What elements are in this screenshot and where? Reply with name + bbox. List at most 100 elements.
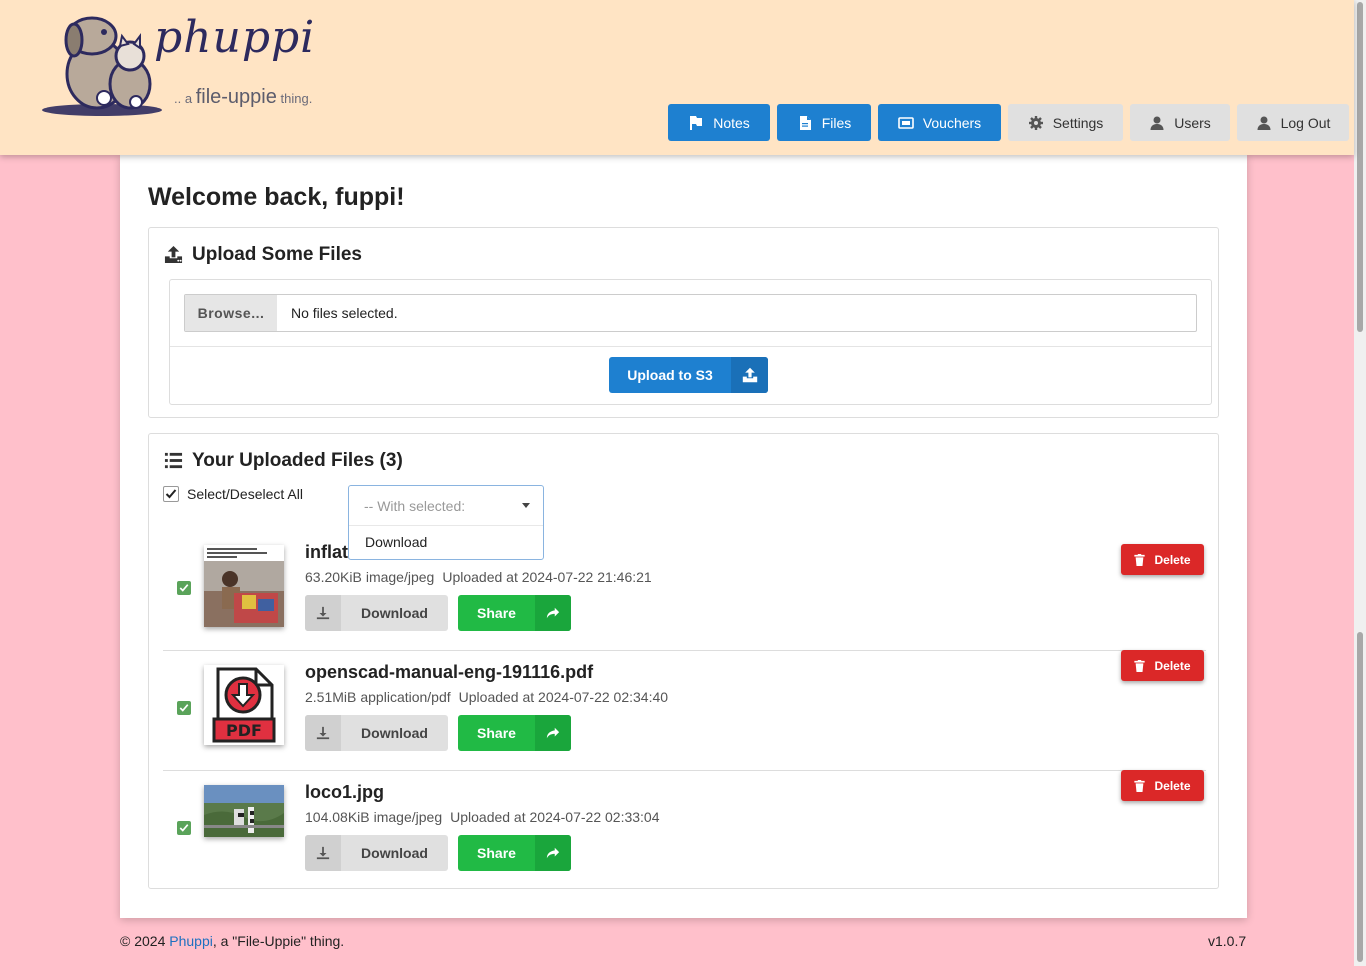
- nav-notes-button[interactable]: Notes: [668, 104, 770, 141]
- nav-logout-button[interactable]: Log Out: [1237, 104, 1349, 141]
- file-checkbox[interactable]: [177, 821, 191, 835]
- file-meta: 63.20KiB image/jpeg Uploaded at 2024-07-22…: [305, 569, 652, 585]
- file-meta: 2.51MiB application/pdf Uploaded at 2024-0…: [305, 689, 668, 705]
- file-type: image/jpeg: [373, 809, 443, 825]
- download-icon: [305, 835, 341, 871]
- dog-cat-mascot-icon: [42, 16, 162, 116]
- share-button[interactable]: Share: [458, 595, 571, 631]
- tagline-main: file-uppie: [195, 86, 277, 108]
- upload-panel: Upload Some Files Browse... No files sel…: [148, 227, 1219, 418]
- file-thumbnail[interactable]: PDF: [204, 665, 284, 745]
- nav-settings-button[interactable]: Settings: [1008, 104, 1123, 141]
- nav-vouchers-label: Vouchers: [922, 114, 982, 131]
- image-preview: [204, 785, 284, 837]
- uploaded-files-title: Your Uploaded Files (3): [192, 450, 403, 471]
- share-label: Share: [477, 845, 516, 861]
- file-name[interactable]: inflat: [305, 542, 348, 563]
- download-button[interactable]: Download: [305, 595, 448, 631]
- scrollbar-thumb-secondary[interactable]: [1357, 632, 1363, 962]
- check-icon: [179, 704, 189, 712]
- nav-users-label: Users: [1174, 114, 1211, 131]
- phuppi-logo[interactable]: phuppi .. a file-uppie thing.: [42, 12, 322, 118]
- dropdown-divider: [349, 525, 543, 526]
- select-all-label: Select/Deselect All: [187, 486, 303, 502]
- tagline-suffix: thing.: [280, 91, 313, 106]
- download-icon: [305, 595, 341, 631]
- gear-icon: [1028, 115, 1043, 130]
- user-icon: [1150, 116, 1164, 130]
- share-icon: [535, 715, 571, 751]
- upload-panel-title: Upload Some Files: [192, 244, 362, 265]
- with-selected-dropdown[interactable]: -- With selected: Download: [348, 485, 544, 560]
- nav-files-label: Files: [821, 114, 852, 131]
- brand-tagline: .. a file-uppie thing.: [174, 86, 312, 109]
- download-button[interactable]: Download: [305, 835, 448, 871]
- delete-label: Delete: [1154, 552, 1191, 567]
- delete-label: Delete: [1154, 658, 1191, 673]
- download-label: Download: [361, 845, 428, 861]
- upload-form: Browse... No files selected. Upload to S…: [169, 279, 1212, 405]
- upload-to-s3-button[interactable]: Upload to S3: [609, 357, 768, 393]
- flag-icon: [690, 115, 703, 130]
- file-row: inflat 63.20KiB image/jpeg Uploaded at 202…: [163, 531, 1206, 651]
- file-meta: 104.08KiB image/jpeg Uploaded at 2024-07-2…: [305, 809, 660, 825]
- check-icon: [165, 489, 177, 499]
- download-label: Download: [361, 605, 428, 621]
- divider: [170, 346, 1211, 347]
- file-checkbox[interactable]: [177, 701, 191, 715]
- file-input[interactable]: Browse... No files selected.: [184, 294, 1197, 332]
- svg-text:PDF: PDF: [226, 721, 262, 740]
- delete-label: Delete: [1154, 778, 1191, 793]
- share-button[interactable]: Share: [458, 835, 571, 871]
- file-name[interactable]: openscad-manual-eng-191116.pdf: [305, 662, 593, 683]
- check-icon: [179, 824, 189, 832]
- brand-name: phuppi: [154, 12, 316, 63]
- file-size: 104.08KiB: [305, 809, 370, 825]
- file-uploaded-at: Uploaded at 2024-07-22 21:46:21: [442, 569, 652, 585]
- nav-settings-label: Settings: [1052, 114, 1104, 131]
- upload-icon: [164, 245, 183, 264]
- uploaded-files-panel: Your Uploaded Files (3) Select/Deselect …: [148, 433, 1219, 889]
- pdf-icon: PDF: [212, 667, 276, 743]
- delete-button[interactable]: Delete: [1121, 544, 1204, 575]
- file-thumbnail[interactable]: [204, 785, 284, 837]
- image-preview: [204, 545, 284, 627]
- upload-button-label: Upload to S3: [627, 367, 713, 383]
- scrollbar-thumb[interactable]: [1357, 2, 1363, 332]
- share-icon: [535, 595, 571, 631]
- trash-icon: [1134, 779, 1146, 792]
- nav-logout-label: Log Out: [1280, 114, 1331, 131]
- file-name[interactable]: loco1.jpg: [305, 782, 384, 803]
- share-label: Share: [477, 605, 516, 621]
- delete-button[interactable]: Delete: [1121, 770, 1204, 801]
- select-all-checkbox[interactable]: [163, 486, 179, 502]
- download-icon: [305, 715, 341, 751]
- delete-button[interactable]: Delete: [1121, 650, 1204, 681]
- no-files-text: No files selected.: [291, 305, 398, 321]
- tagline-prefix: .. a: [174, 91, 193, 106]
- ticket-icon: [898, 116, 914, 129]
- browse-button[interactable]: Browse...: [185, 295, 277, 331]
- copyright-year: © 2024: [120, 933, 166, 949]
- dropdown-option-download[interactable]: Download: [365, 534, 427, 550]
- file-row: loco1.jpg 104.08KiB image/jpeg Uploaded at…: [163, 770, 1206, 891]
- share-button[interactable]: Share: [458, 715, 571, 751]
- file-icon: [799, 115, 811, 130]
- download-button[interactable]: Download: [305, 715, 448, 751]
- nav-vouchers-button[interactable]: Vouchers: [878, 104, 1001, 141]
- file-size: 63.20KiB: [305, 569, 362, 585]
- file-thumbnail[interactable]: [204, 545, 284, 627]
- file-checkbox[interactable]: [177, 581, 191, 595]
- upload-icon: [731, 357, 768, 393]
- file-type: application/pdf: [360, 689, 451, 705]
- scrollbar[interactable]: [1354, 0, 1366, 966]
- nav-users-button[interactable]: Users: [1130, 104, 1230, 141]
- footer-brand-link[interactable]: Phuppi: [169, 933, 213, 949]
- select-all[interactable]: Select/Deselect All: [163, 486, 303, 502]
- file-row: PDF openscad-manual-eng-191116.pdf 2.51M…: [163, 650, 1206, 771]
- share-label: Share: [477, 725, 516, 741]
- file-uploaded-at: Uploaded at 2024-07-22 02:33:04: [450, 809, 660, 825]
- main-card: Welcome back, fuppi! Upload Some Files B…: [120, 155, 1247, 918]
- list-icon: [164, 452, 183, 469]
- nav-files-button[interactable]: Files: [777, 104, 871, 141]
